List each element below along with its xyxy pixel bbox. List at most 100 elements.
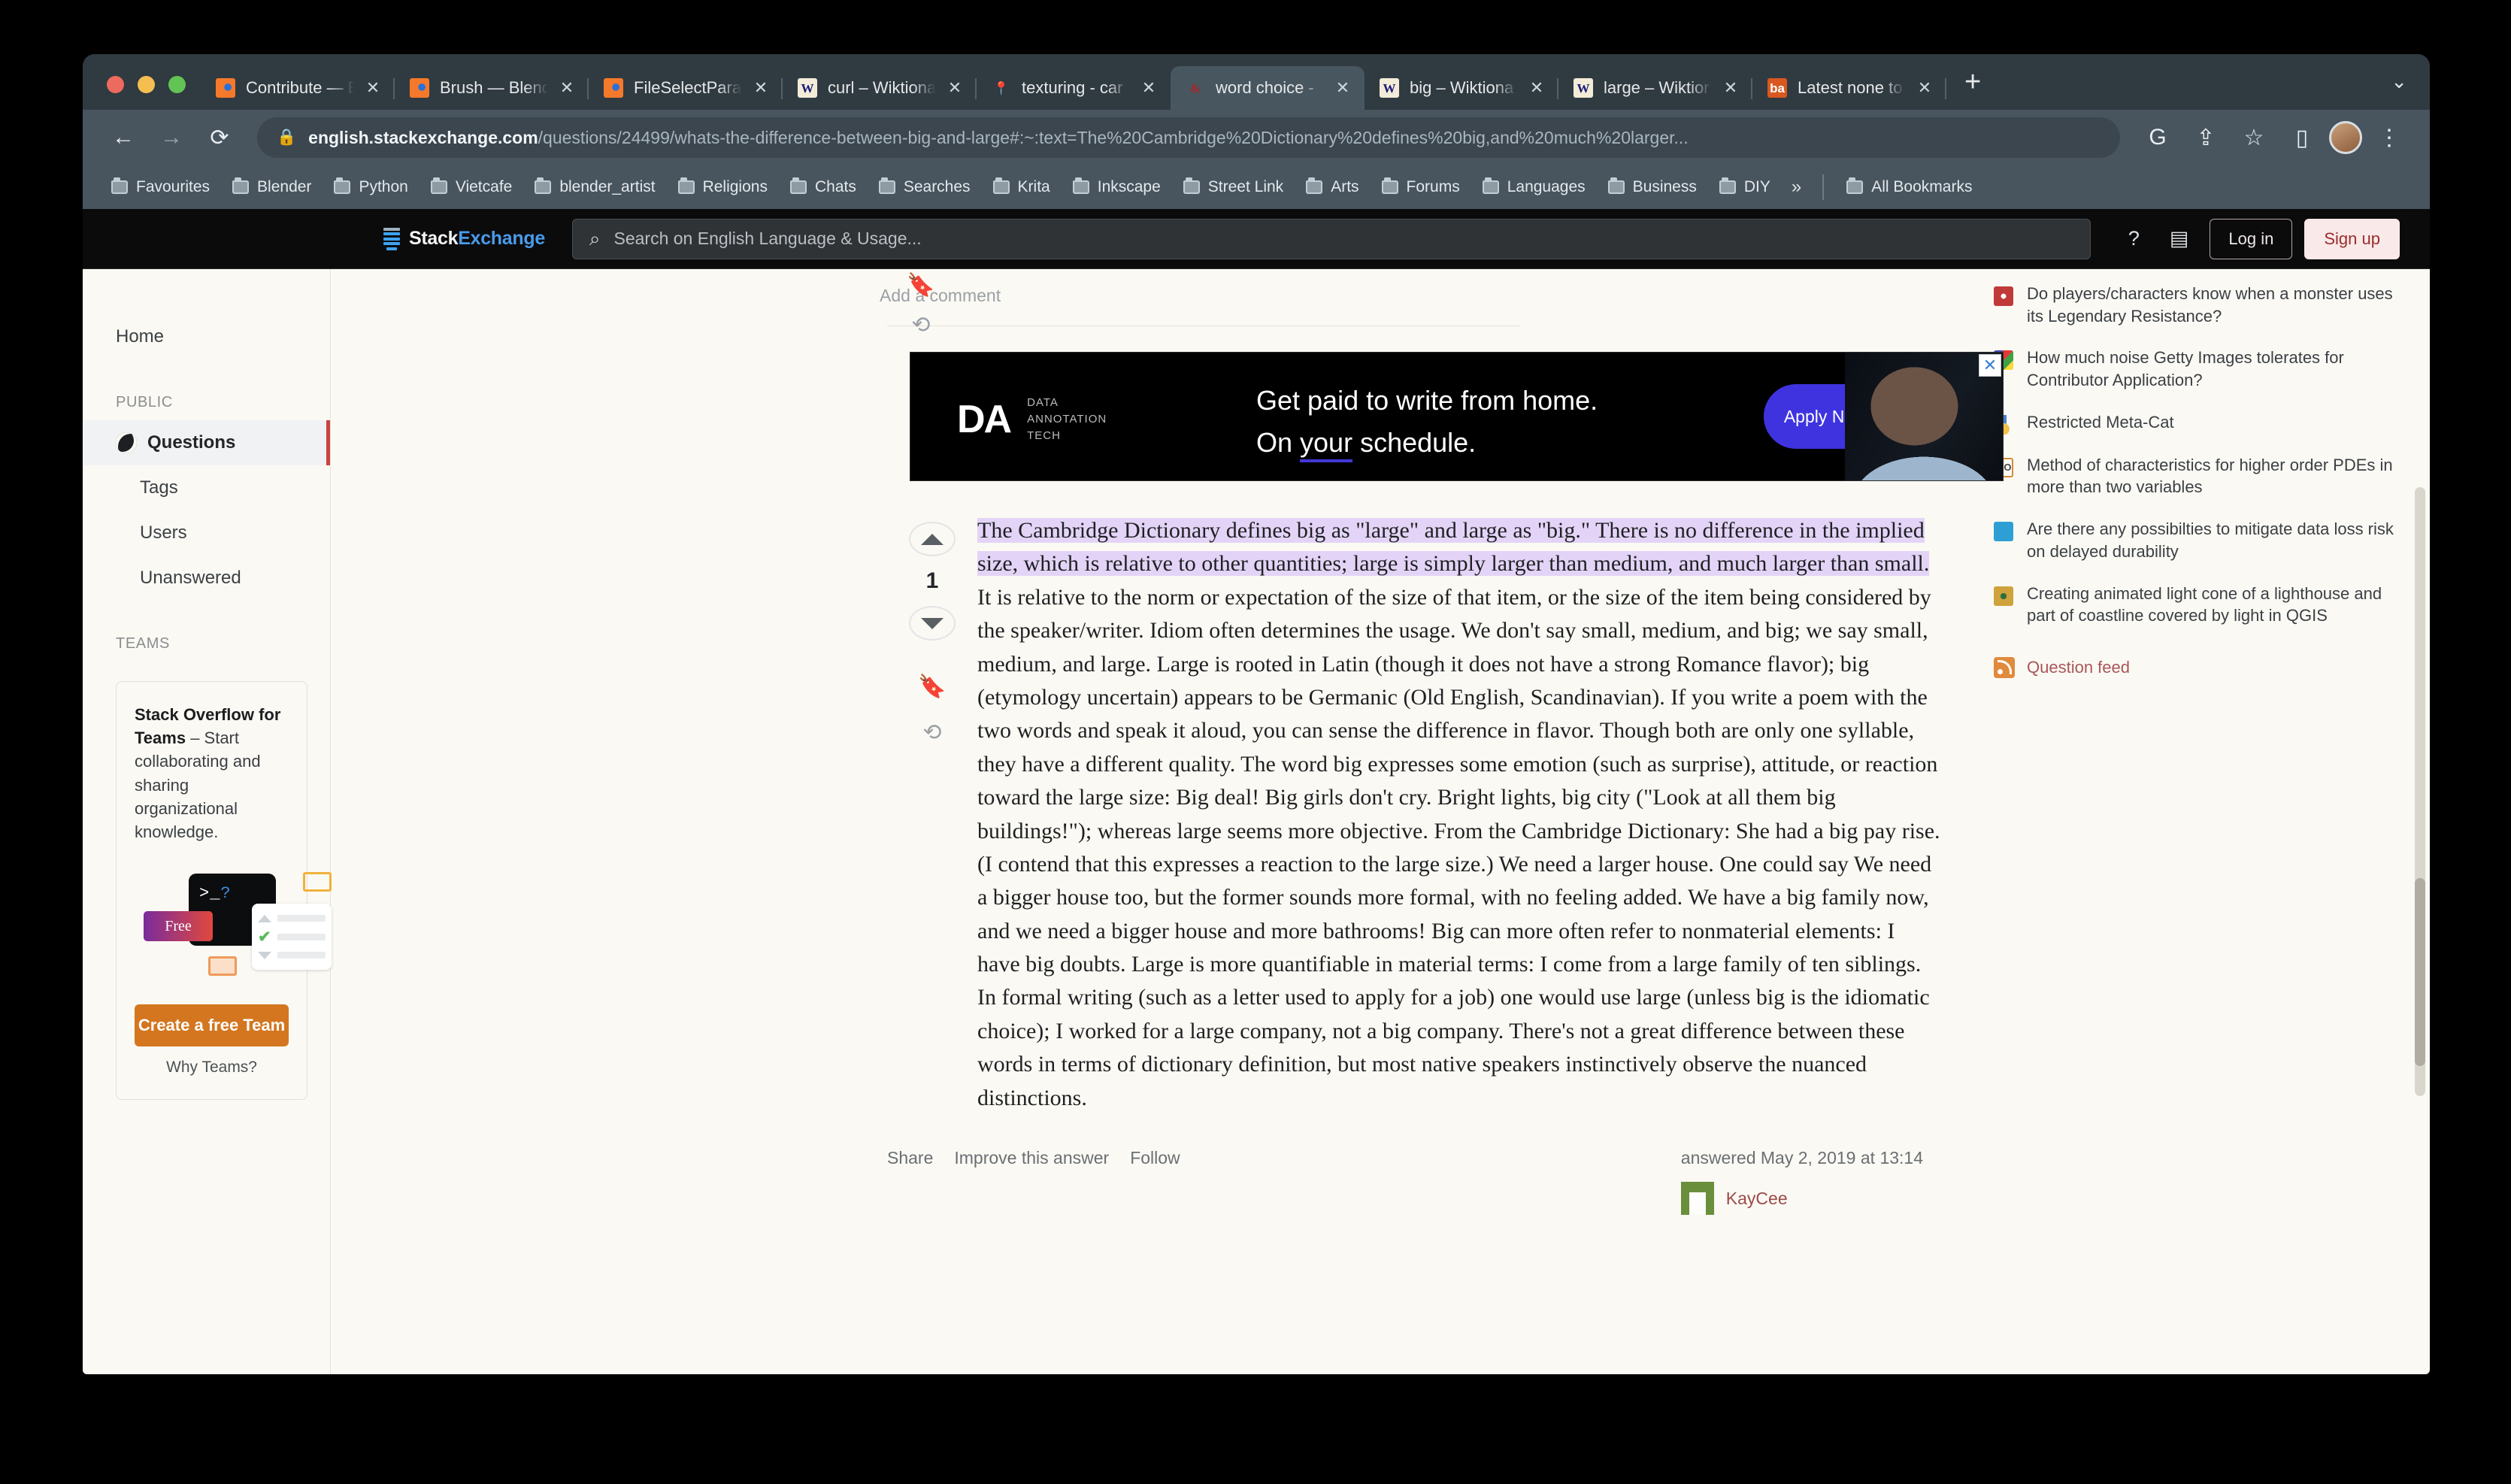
improve-answer-link[interactable]: Improve this answer xyxy=(954,1148,1109,1215)
close-tab-button[interactable]: ✕ xyxy=(1137,77,1160,99)
related-question-item[interactable]: MO Method of characteristics for higher … xyxy=(1994,454,2407,498)
highlighted-passage: The Cambridge Dictionary defines big as … xyxy=(977,518,1930,577)
browser-tab-3[interactable]: FileSelectPara ✕ xyxy=(589,66,783,110)
scrollbar-thumb[interactable] xyxy=(2415,878,2425,1066)
answer-body: The Cambridge Dictionary defines big as … xyxy=(977,514,1971,1115)
data-annotation-logo: DA DATA ANNOTATION TECH xyxy=(957,395,1107,444)
bookmark-label: Forums xyxy=(1406,178,1460,195)
inbox-icon[interactable]: ▤ xyxy=(2170,227,2189,250)
history-icon[interactable]: ⟲ xyxy=(887,312,955,338)
close-window-button[interactable] xyxy=(107,76,124,93)
close-tab-button[interactable]: ✕ xyxy=(750,77,772,99)
follow-link[interactable]: Follow xyxy=(1130,1148,1180,1215)
forward-button[interactable]: → xyxy=(150,117,192,159)
avatar[interactable] xyxy=(1680,1182,1714,1216)
bookmark-item[interactable]: Python xyxy=(325,174,416,201)
blender-icon xyxy=(604,78,623,98)
avatar[interactable] xyxy=(2329,121,2362,154)
bookmark-item[interactable]: Blender xyxy=(223,174,320,201)
page-scrollbar[interactable] xyxy=(2415,487,2425,1096)
bookmark-item[interactable]: Searches xyxy=(870,174,980,201)
why-teams-link[interactable]: Why Teams? xyxy=(135,1058,289,1077)
search-input[interactable] xyxy=(613,229,2073,249)
signup-button[interactable]: Sign up xyxy=(2304,218,2400,259)
close-tab-button[interactable]: ✕ xyxy=(1525,77,1548,99)
close-tab-button[interactable]: ✕ xyxy=(362,77,384,99)
close-tab-button[interactable]: ✕ xyxy=(1331,77,1354,99)
close-tab-button[interactable]: ✕ xyxy=(1719,77,1742,99)
translate-icon[interactable]: G xyxy=(2137,117,2179,159)
browser-tab-5[interactable]: 📍 texturing - car ✕ xyxy=(977,66,1171,110)
bookmark-item[interactable]: Vietcafe xyxy=(422,174,522,201)
bookmark-item[interactable]: Inkscape xyxy=(1064,174,1170,201)
share-icon[interactable]: ⇪ xyxy=(2185,117,2227,159)
close-tab-button[interactable]: ✕ xyxy=(556,77,578,99)
close-tab-button[interactable]: ✕ xyxy=(944,77,966,99)
add-comment-link[interactable]: Add a comment xyxy=(338,269,1971,326)
stackexchange-logo[interactable]: StackExchange xyxy=(383,227,545,250)
bookmark-item[interactable]: Street Link xyxy=(1174,174,1292,201)
address-bar[interactable]: 🔒 english.stackexchange.com/questions/24… xyxy=(257,117,2120,158)
sidebar-item-unanswered[interactable]: Unanswered xyxy=(83,556,330,601)
teams-promo-illustration: >_? Free ✔ xyxy=(135,869,332,982)
upvote-button[interactable] xyxy=(909,522,956,556)
bookmark-item[interactable]: Krita xyxy=(984,174,1059,201)
bookmark-item[interactable]: DIY xyxy=(1710,174,1780,201)
browser-tab-1[interactable]: Contribute — B ✕ xyxy=(201,66,395,110)
bookmark-item[interactable]: Business xyxy=(1599,174,1706,201)
browser-tab-8[interactable]: W large – Wiktior ✕ xyxy=(1558,66,1752,110)
bookmark-icon[interactable]: 🔖 xyxy=(887,674,977,700)
related-question-item[interactable]: Restricted Meta-Cat xyxy=(1994,411,2407,435)
bookmark-item[interactable]: Religions xyxy=(669,174,777,201)
browser-menu-icon[interactable]: ⋮ xyxy=(2368,117,2410,159)
browser-tab-6-active[interactable]: & word choice - ✕ xyxy=(1171,66,1365,110)
sidebar-item-tags[interactable]: Tags xyxy=(83,465,330,510)
ad-line-1: Get paid to write from home. xyxy=(1256,385,1598,416)
browser-window: Contribute — B ✕ Brush — Blend ✕ FileSel… xyxy=(83,54,2430,1374)
share-link[interactable]: Share xyxy=(887,1148,933,1215)
browser-tab-4[interactable]: W curl – Wiktiona ✕ xyxy=(783,66,977,110)
globe-icon xyxy=(116,432,137,453)
history-icon[interactable]: ⟲ xyxy=(887,719,977,746)
bookmarks-overflow-button[interactable]: » xyxy=(1784,177,1809,198)
sidebar-item-home[interactable]: Home xyxy=(83,314,330,359)
bookmark-item[interactable]: Arts xyxy=(1297,174,1368,201)
bookmark-star-icon[interactable]: ☆ xyxy=(2233,117,2275,159)
bookmark-icon[interactable]: 🔖 xyxy=(887,272,955,298)
maximize-window-button[interactable] xyxy=(168,76,186,93)
author-name[interactable]: KayCee xyxy=(1726,1189,1788,1209)
browser-tab-2[interactable]: Brush — Blend ✕ xyxy=(395,66,589,110)
browser-tab-9[interactable]: ba Latest none to ✕ xyxy=(1752,66,1946,110)
reload-button[interactable]: ⟳ xyxy=(198,117,241,159)
related-question-item[interactable]: How much noise Getty Images tolerates fo… xyxy=(1994,347,2407,391)
related-question-item[interactable]: Are there any possibilties to mitigate d… xyxy=(1994,518,2407,562)
question-feed-link[interactable]: Question feed xyxy=(1994,656,2407,678)
bookmark-item[interactable]: Favourites xyxy=(102,174,219,201)
placeholder-bar xyxy=(277,933,326,940)
advertisement-banner[interactable]: DA DATA ANNOTATION TECH Get paid to writ… xyxy=(910,352,2004,481)
bookmark-item[interactable]: Forums xyxy=(1373,174,1469,201)
chevron-down-icon[interactable]: ⌄ xyxy=(2368,70,2430,110)
side-panel-icon[interactable]: ▯ xyxy=(2281,117,2323,159)
close-tab-button[interactable]: ✕ xyxy=(1913,77,1936,99)
qgis-icon xyxy=(1994,586,2013,606)
bookmark-item[interactable]: Chats xyxy=(781,174,865,201)
login-button[interactable]: Log in xyxy=(2210,218,2293,259)
browser-tab-7[interactable]: W big – Wiktiona ✕ xyxy=(1365,66,1558,110)
answer-post: 1 🔖 ⟲ The Cambridge Dictionary defines b… xyxy=(338,514,1971,1115)
all-bookmarks-button[interactable]: All Bookmarks xyxy=(1837,174,1981,201)
bookmark-item[interactable]: Languages xyxy=(1474,174,1595,201)
back-button[interactable]: ← xyxy=(102,117,144,159)
related-question-item[interactable]: Creating animated light cone of a lighth… xyxy=(1994,583,2407,627)
search-bar[interactable]: ⌕ xyxy=(571,218,2091,259)
related-question-item[interactable]: Do players/characters know when a monste… xyxy=(1994,283,2407,327)
create-free-team-button[interactable]: Create a free Team xyxy=(135,1004,289,1047)
close-ad-button[interactable]: ✕ xyxy=(1979,354,2001,377)
bookmark-item[interactable]: blender_artist xyxy=(526,174,664,201)
question-circle-icon[interactable]: ? xyxy=(2128,227,2140,250)
downvote-button[interactable] xyxy=(909,606,956,641)
minimize-window-button[interactable] xyxy=(138,76,155,93)
new-tab-button[interactable]: + xyxy=(1946,68,1999,110)
sidebar-item-questions[interactable]: Questions xyxy=(83,420,330,465)
sidebar-item-users[interactable]: Users xyxy=(83,510,330,556)
